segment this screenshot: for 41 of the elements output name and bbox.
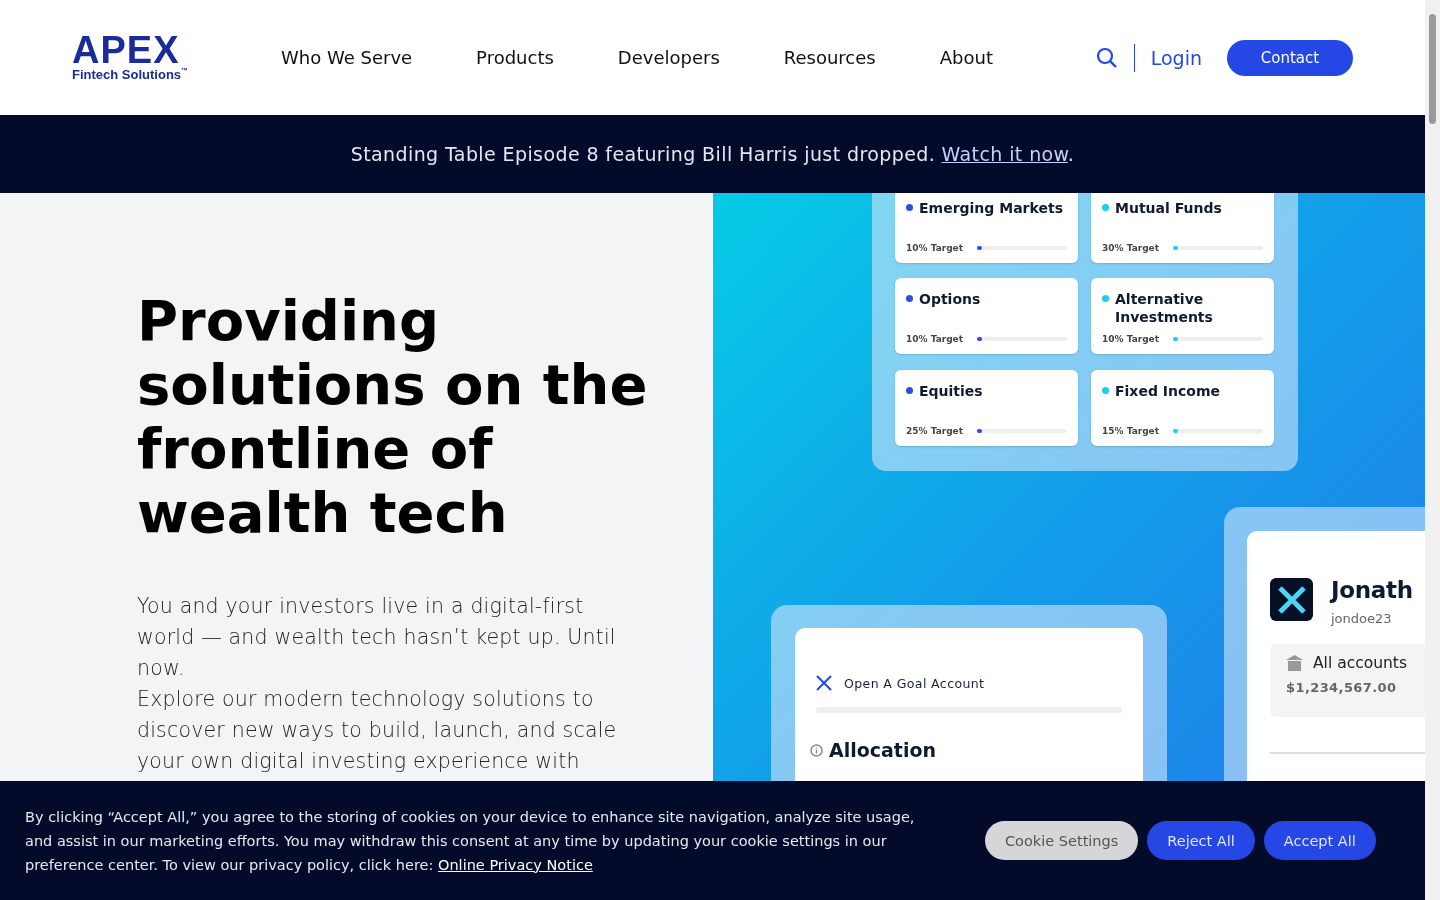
nav-link[interactable]: Developers <box>617 47 720 68</box>
x-logo-icon <box>1270 578 1313 621</box>
target-label: 10% Target <box>906 243 963 253</box>
scroll-thumb[interactable] <box>1429 14 1436 124</box>
username: jondoe23 <box>1331 611 1393 626</box>
hero-heading: Providing solutions on the frontline of wealth tech <box>137 289 649 545</box>
contact-button[interactable]: Contact <box>1227 39 1353 76</box>
allocation-name: Alternative Investments <box>1115 290 1214 327</box>
settings-button[interactable]: Cookie Settings <box>985 821 1139 860</box>
allocation-name: Fixed Income <box>1115 381 1220 400</box>
account-balance: $1,234,567.00 <box>1286 680 1398 695</box>
nav-link[interactable]: Resources <box>783 47 876 68</box>
section-title: Allocation <box>829 739 937 761</box>
allocation-name: Mutual Funds <box>1115 199 1222 217</box>
allocation-name: Options <box>919 290 981 309</box>
cookie-text: By clicking “Accept All,” you agree to the storing of cookies on your device to enhance site navigation, analyze site usage, and assist in our marketing efforts. You may withdraw this consent at any time by updating your cookie settings in our preference center. To view our privacy policy, click here: Online Privacy Notice <box>25 807 916 875</box>
hero-paragraph: You and your investors live in a digital-first world — and wealth tech hasn’t kept up. Until now. <box>137 593 617 682</box>
target-label: 10% Target <box>906 334 963 345</box>
login-link[interactable]: Login <box>1150 46 1202 69</box>
target-label: 15% Target <box>1102 425 1159 436</box>
account-name: Jonath <box>1331 576 1413 605</box>
allocation-name: Equities <box>919 381 983 400</box>
bank-icon <box>1286 655 1303 671</box>
hero-paragraph: Explore our modern technology solutions to discover new ways to build, launch, and scale your own digital investing experience with <box>137 686 618 775</box>
nav-link[interactable]: Who We Serve <box>281 47 413 68</box>
accounts-label: All accounts <box>1313 654 1407 672</box>
search-icon[interactable] <box>1095 46 1118 69</box>
announcement-text: Standing Table Episode 8 featuring Bill Harris just dropped. Watch it now. <box>350 143 1075 165</box>
target-label: 25% Target <box>906 425 963 436</box>
nav-link[interactable]: Products <box>476 47 554 68</box>
consent-button[interactable]: Reject All <box>1147 821 1255 860</box>
info-icon <box>810 743 823 757</box>
target-label: 10% Target <box>1102 334 1159 345</box>
watch-link[interactable]: Watch it now <box>941 143 1068 165</box>
allocation-name: Emerging Markets <box>919 199 1063 217</box>
privacy-link[interactable]: Online Privacy Notice <box>438 856 593 873</box>
target-label: 30% Target <box>1102 243 1159 253</box>
consent-button[interactable]: Accept All <box>1263 821 1376 860</box>
nav-link[interactable]: About <box>939 47 993 68</box>
goal-title: Open A Goal Account <box>844 675 985 691</box>
close-icon[interactable] <box>816 675 832 691</box>
